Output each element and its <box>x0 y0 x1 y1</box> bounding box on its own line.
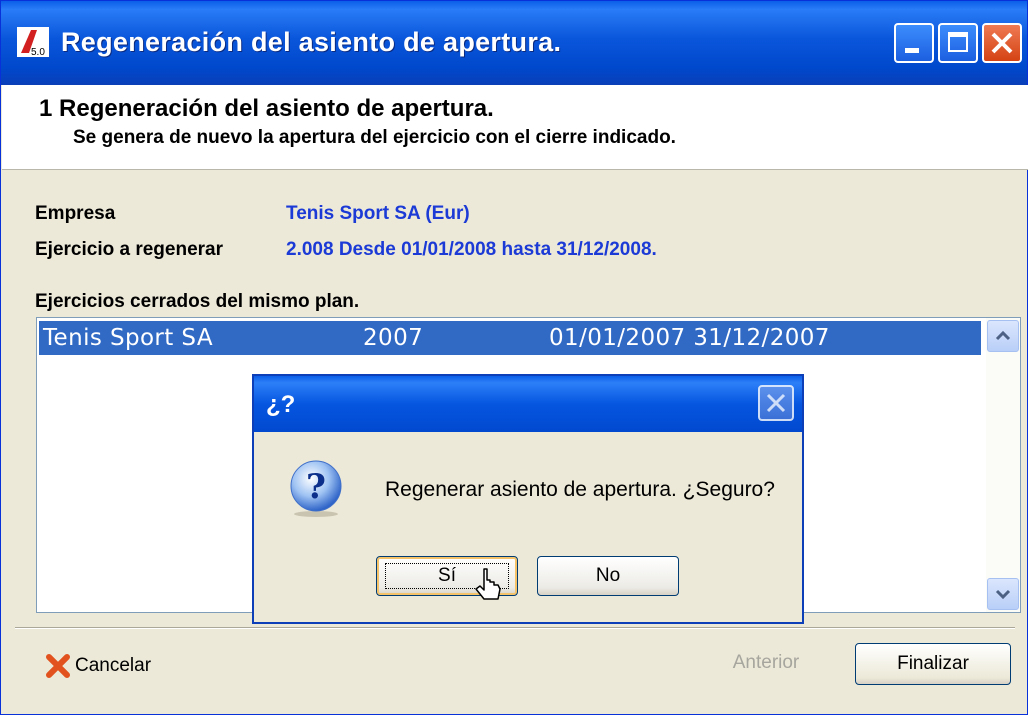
previous-button[interactable]: Anterior <box>701 641 831 685</box>
close-icon <box>766 393 786 413</box>
step-description: Se genera de nuevo la apertura del ejerc… <box>73 127 676 148</box>
vertical-scrollbar[interactable] <box>986 318 1020 612</box>
confirm-dialog: ¿? ? Regenerar asiento de apertura. ¿Seg… <box>252 374 804 624</box>
scroll-down-button[interactable] <box>987 578 1019 610</box>
dialog-close-button[interactable] <box>758 385 794 421</box>
maximize-icon <box>948 32 968 52</box>
main-window: 5.0 Regeneración del asiento de apertura… <box>0 0 1028 715</box>
row-year: 2007 <box>363 325 424 351</box>
row-period: 01/01/2007 31/12/2007 <box>549 325 830 351</box>
cancel-x-icon <box>46 654 70 678</box>
svg-text:?: ? <box>306 467 326 507</box>
dialog-title-bar[interactable]: ¿? <box>254 376 802 432</box>
no-label: No <box>595 565 621 586</box>
footer-divider <box>15 627 1015 629</box>
step-title: 1 Regeneración del asiento de apertura. <box>39 95 494 122</box>
minimize-button[interactable] <box>894 23 934 63</box>
closed-years-label: Ejercicios cerrados del mismo plan. <box>35 291 360 312</box>
cancel-button[interactable]: Cancelar <box>45 651 151 681</box>
chevron-down-icon <box>995 589 1011 600</box>
ejercicio-value: 2.008 Desde 01/01/2008 hasta 31/12/2008. <box>286 239 657 260</box>
svg-text:5.0: 5.0 <box>31 47 45 57</box>
ejercicio-label: Ejercicio a regenerar <box>35 239 223 260</box>
close-button[interactable] <box>982 23 1022 63</box>
mouse-cursor-icon <box>475 568 501 600</box>
list-item[interactable]: Tenis Sport SA 2007 01/01/2007 31/12/200… <box>39 321 981 355</box>
empresa-label: Empresa <box>35 203 116 224</box>
previous-label: Anterior <box>732 652 800 673</box>
scroll-up-button[interactable] <box>987 320 1019 352</box>
window-title: Regeneración del asiento de apertura. <box>61 27 562 57</box>
empresa-value: Tenis Sport SA (Eur) <box>286 203 470 224</box>
close-icon <box>991 32 1013 54</box>
finish-button[interactable]: Finalizar <box>855 643 1011 685</box>
no-button[interactable]: No <box>537 556 679 596</box>
title-bar[interactable]: 5.0 Regeneración del asiento de apertura… <box>1 1 1027 85</box>
row-company: Tenis Sport SA <box>43 325 213 351</box>
dialog-message: Regenerar asiento de apertura. ¿Seguro? <box>385 478 775 501</box>
minimize-icon <box>905 48 919 53</box>
dialog-title: ¿? <box>266 391 296 418</box>
cancel-label: Cancelar <box>75 655 152 676</box>
chevron-up-icon <box>995 330 1011 341</box>
finish-label: Finalizar <box>897 653 969 674</box>
app-logo-icon: 5.0 <box>17 27 49 57</box>
question-icon: ? <box>290 460 342 517</box>
maximize-button[interactable] <box>938 23 978 63</box>
